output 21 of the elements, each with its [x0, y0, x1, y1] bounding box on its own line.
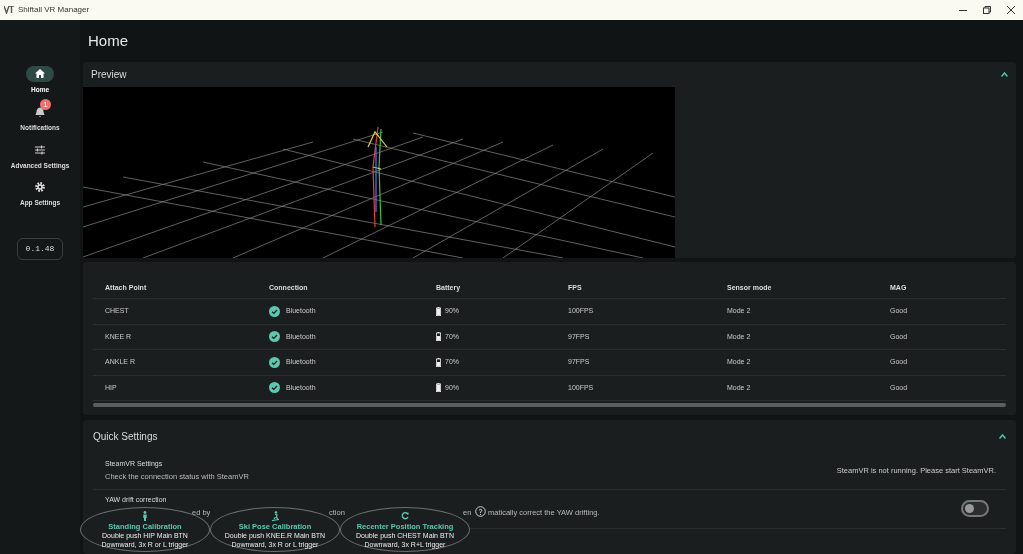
restore-icon[interactable] — [983, 6, 991, 14]
section-title: Quick Settings — [93, 429, 158, 444]
section-title: Preview — [91, 68, 127, 82]
version-label: 0.1.48 — [16, 238, 64, 260]
close-icon[interactable] — [1007, 6, 1015, 14]
app-logo-icon — [4, 6, 14, 14]
horizontal-scrollbar[interactable] — [93, 403, 1006, 407]
settings-icon — [34, 181, 46, 194]
skier-icon — [271, 510, 279, 521]
chevron-up-icon[interactable] — [999, 433, 1006, 439]
window-title: Shiftall VR Manager — [18, 4, 90, 16]
chevron-up-icon[interactable] — [1001, 72, 1008, 77]
home-icon — [34, 68, 46, 80]
page-title: Home — [87, 30, 129, 51]
sliders-icon — [34, 143, 46, 156]
toggle-switch[interactable] — [961, 500, 989, 517]
person-icon — [141, 510, 149, 521]
notification-count: 1 — [40, 98, 51, 110]
refresh-icon — [401, 510, 409, 521]
help-icon[interactable] — [475, 506, 486, 517]
bell-icon — [34, 105, 46, 118]
